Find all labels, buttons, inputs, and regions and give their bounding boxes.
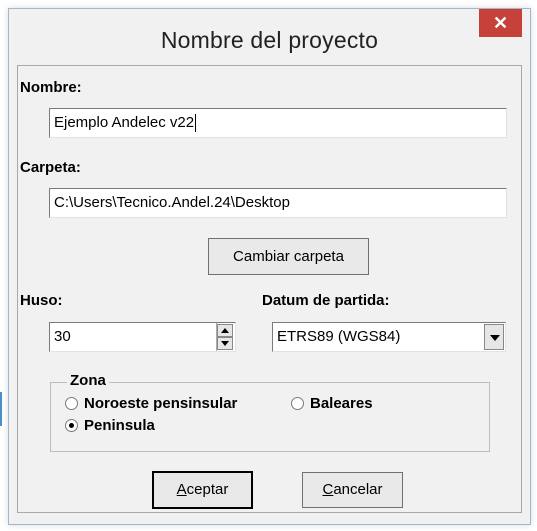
nombre-label: Nombre: [20,79,82,96]
radio-baleares-label: Baleares [310,395,373,412]
dialog-title: Nombre del proyecto [160,27,379,53]
radio-icon [65,397,78,410]
dialog-body: Nombre: Ejemplo Andelec v22 Carpeta: C:\… [17,65,522,513]
cambiar-carpeta-button[interactable]: Cambiar carpeta [208,238,369,275]
radio-noroeste-label: Noroeste pensinsular [84,395,238,412]
zona-group: Zona Noroeste pensinsular Baleares Penin… [50,372,490,452]
datum-selected-value: ETRS89 (WGS84) [277,328,401,345]
huso-spinner [216,323,234,351]
radio-peninsula[interactable]: Peninsula [65,417,155,434]
nombre-value: Ejemplo Andelec v22 [54,114,195,131]
close-button[interactable]: ✕ [479,9,522,37]
huso-value: 30 [54,328,71,345]
close-icon: ✕ [492,13,509,33]
aceptar-button[interactable]: Aceptar [152,471,253,509]
huso-spinbox[interactable]: 30 [49,322,236,352]
radio-checked-icon [65,419,78,432]
aceptar-label: ceptar [186,481,229,498]
text-caret [195,114,197,133]
cancelar-label: ancelar [333,481,383,498]
huso-label: Huso: [20,292,63,309]
datum-select[interactable]: ETRS89 (WGS84) [272,322,506,352]
radio-peninsula-label: Peninsula [84,417,155,434]
cancelar-button[interactable]: Cancelar [302,472,403,508]
radio-baleares[interactable]: Baleares [291,395,373,412]
background-edge-accent [0,392,2,426]
nombre-input[interactable]: Ejemplo Andelec v22 [49,108,507,138]
carpeta-label: Carpeta: [20,159,81,176]
title-bar: Nombre del proyecto ✕ [9,9,530,65]
cancelar-mnemonic: C [322,481,334,498]
aceptar-mnemonic: A [176,481,187,498]
datum-label: Datum de partida: [262,292,390,309]
spin-down-button[interactable] [217,337,233,350]
project-name-dialog: Nombre del proyecto ✕ Nombre: Ejemplo An… [8,8,531,525]
radio-noroeste[interactable]: Noroeste pensinsular [65,395,237,412]
arrow-up-icon [221,328,229,333]
chevron-down-icon [490,335,500,341]
carpeta-input[interactable]: C:\Users\Tecnico.Andel.24\Desktop [49,188,507,218]
radio-icon [291,397,304,410]
carpeta-value: C:\Users\Tecnico.Andel.24\Desktop [54,194,290,211]
zona-title: Zona [67,372,109,389]
arrow-down-icon [221,341,229,346]
spin-up-button[interactable] [217,324,233,337]
datum-dropdown-button[interactable] [484,324,504,350]
